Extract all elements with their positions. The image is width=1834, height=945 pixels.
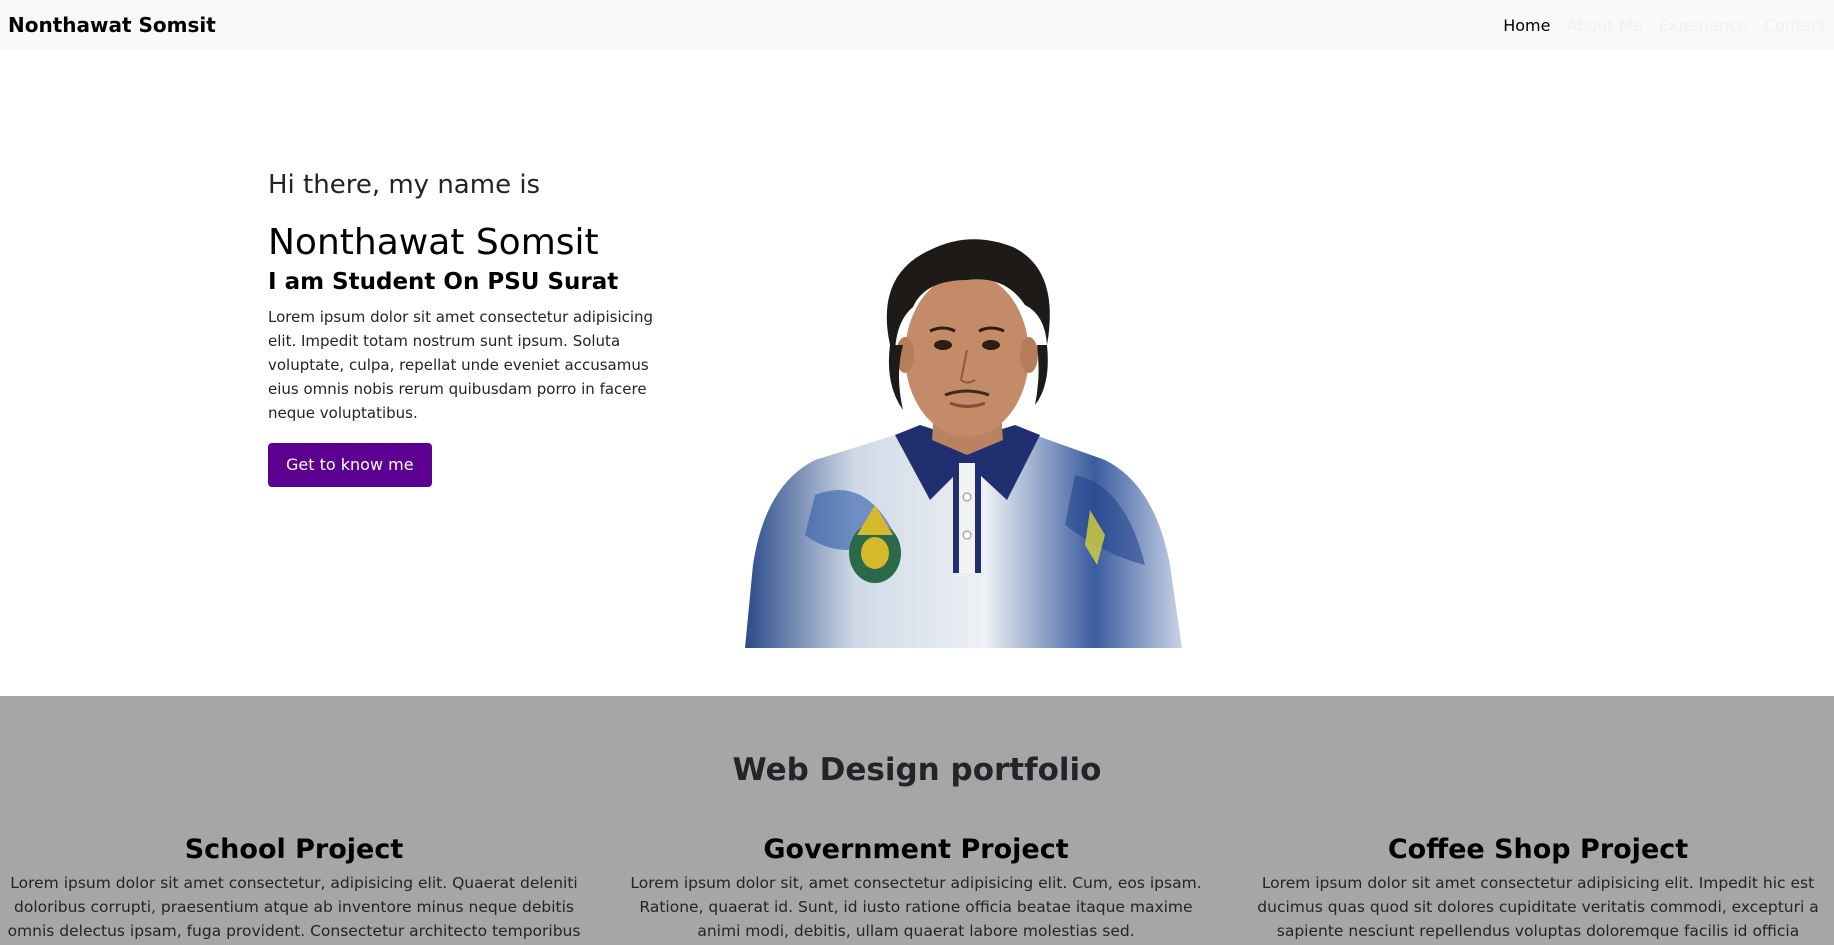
- nav-link-about-me[interactable]: About Me: [1566, 16, 1642, 35]
- navbar-brand[interactable]: Nonthawat Somsit: [8, 13, 216, 37]
- hero-greeting: Hi there, my name is: [268, 170, 541, 200]
- nav-links: Home About Me Experience Contact: [1503, 16, 1826, 35]
- navbar: Nonthawat Somsit Home About Me Experienc…: [0, 0, 1834, 50]
- project-title: Government Project: [763, 834, 1069, 865]
- portfolio-title: Web Design portfolio: [732, 752, 1102, 788]
- project-card-school: School Project Lorem ipsum dolor sit ame…: [0, 834, 594, 945]
- get-to-know-me-button[interactable]: Get to know me: [268, 443, 432, 487]
- project-card-coffee-shop: Coffee Shop Project Lorem ipsum dolor si…: [1238, 834, 1834, 945]
- project-description: Lorem ipsum dolor sit, amet consectetur …: [630, 874, 1202, 940]
- project-card-government: Government Project Lorem ipsum dolor sit…: [616, 834, 1216, 943]
- portfolio-section: Web Design portfolio School Project Lore…: [0, 696, 1834, 945]
- profile-portrait: [745, 239, 1182, 648]
- hero-section: Hi there, my name is Nonthawat Somsit I …: [0, 50, 1834, 696]
- hero-subtitle: I am Student On PSU Surat: [268, 269, 619, 295]
- nav-link-contact[interactable]: Contact: [1764, 16, 1826, 35]
- nav-link-home[interactable]: Home: [1503, 16, 1550, 35]
- project-description: Lorem ipsum dolor sit amet consectetur, …: [7, 874, 581, 940]
- project-title: Coffee Shop Project: [1387, 834, 1689, 865]
- project-title: School Project: [184, 834, 404, 865]
- hero-name: Nonthawat Somsit: [268, 222, 599, 263]
- hero-body: Lorem ipsum dolor sit amet consectetur a…: [268, 308, 654, 422]
- hero-text: Hi there, my name is Nonthawat Somsit I …: [268, 170, 688, 487]
- project-description: Lorem ipsum dolor sit amet consectetur a…: [1257, 874, 1819, 940]
- nav-link-experience[interactable]: Experience: [1659, 16, 1748, 35]
